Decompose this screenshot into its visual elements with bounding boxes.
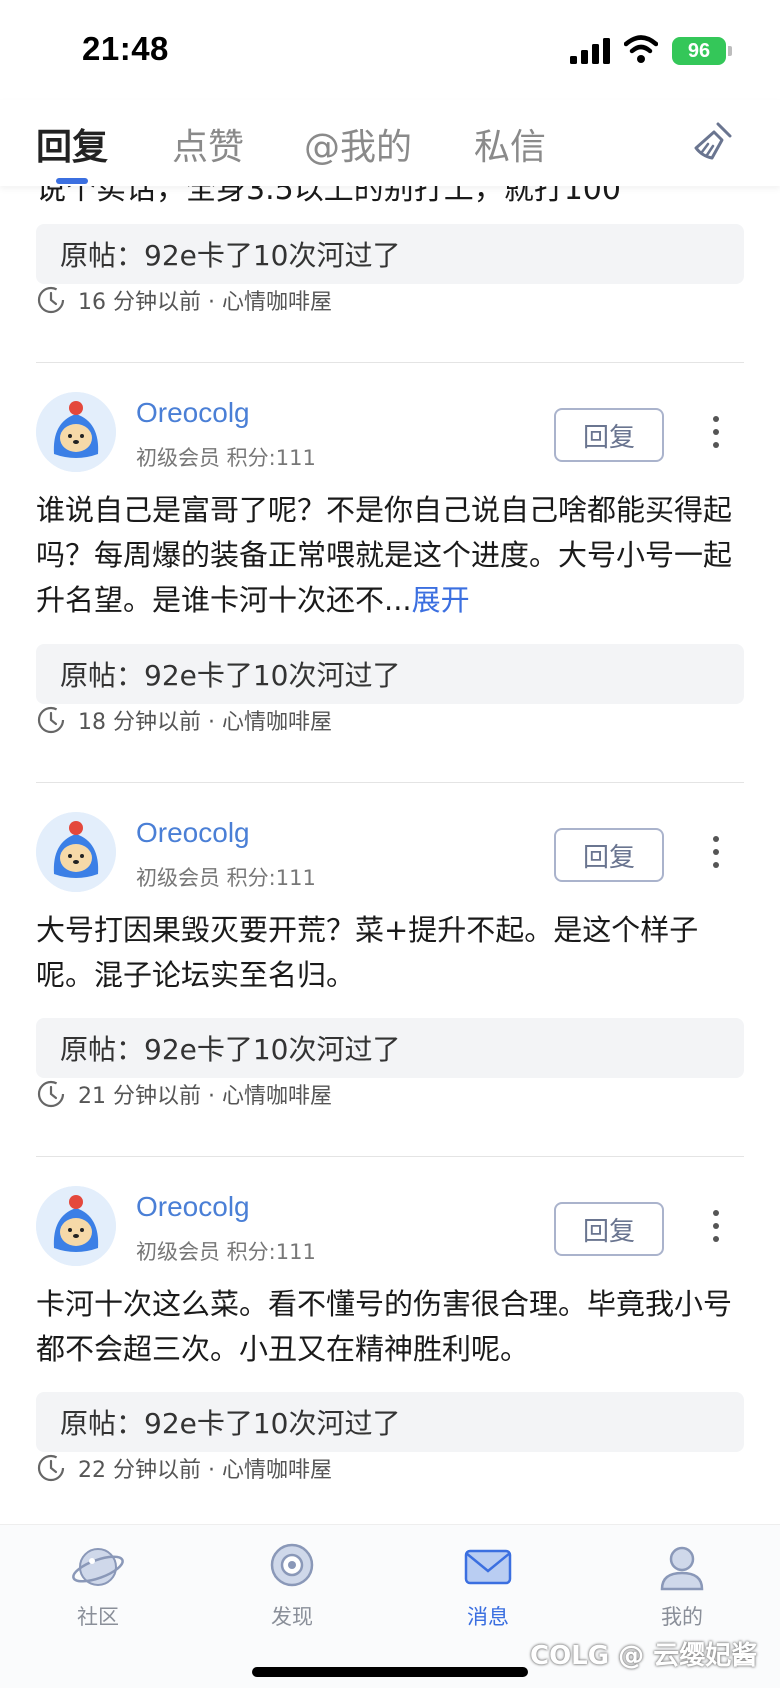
reply-time: 22 分钟以前 · 心情咖啡屋	[78, 1458, 332, 1483]
broom-icon[interactable]	[688, 118, 736, 166]
wifi-icon	[624, 35, 658, 63]
reply-time: 16 分钟以前 · 心情咖啡屋	[78, 290, 332, 315]
partial-reply-text: 说个实话，全身3.5以上的别打工，就打100	[36, 186, 621, 207]
user-avatar-icon	[36, 812, 116, 892]
divider	[36, 782, 744, 783]
user-rank: 初级会员 积分:111	[136, 866, 316, 890]
battery-indicator: 96	[672, 37, 726, 65]
reply-body: 卡河十次这么菜。看不懂号的伤害很合理。毕竟我小号都不会超三次。小丑又在精神胜利呢…	[36, 1287, 733, 1366]
original-post-link[interactable]: 原帖：92e卡了10次河过了	[36, 224, 744, 284]
original-post-link[interactable]: 原帖：92e卡了10次河过了	[36, 1392, 744, 1452]
original-post-link[interactable]: 原帖：92e卡了10次河过了	[36, 644, 744, 704]
reply-button[interactable]: 回复	[554, 1202, 664, 1256]
original-post-link[interactable]: 原帖：92e卡了10次河过了	[36, 1018, 744, 1078]
reply-time: 21 分钟以前 · 心情咖啡屋	[78, 1084, 332, 1109]
tab-private-messages[interactable]: 私信	[474, 118, 546, 170]
nav-discover[interactable]: 发现	[232, 1539, 352, 1631]
reply-text: 卡河十次这么菜。看不懂号的伤害很合理。毕竟我小号都不会超三次。小丑又在精神胜利呢…	[36, 1282, 748, 1372]
reply-button[interactable]: 回复	[554, 828, 664, 882]
more-options-icon[interactable]	[704, 832, 728, 872]
tab-replies[interactable]: 回复	[36, 118, 108, 170]
username[interactable]: Oreocolg	[136, 397, 250, 429]
username[interactable]: Oreocolg	[136, 1191, 250, 1223]
active-tab-indicator	[56, 178, 88, 184]
reply-button[interactable]: 回复	[554, 408, 664, 462]
reply-time: 18 分钟以前 · 心情咖啡屋	[78, 710, 332, 735]
status-time: 21:48	[82, 30, 169, 67]
battery-nub	[728, 46, 732, 56]
planet-icon	[72, 1548, 124, 1586]
nav-label: 发现	[271, 1605, 313, 1629]
reply-body: 谁说自己是富哥了呢？不是你自己说自己啥都能买得起吗？每周爆的装备正常喂就是这个进…	[36, 493, 733, 617]
profile-icon	[660, 1546, 704, 1591]
home-indicator[interactable]	[252, 1667, 528, 1677]
reply-text: 大号打因果毁灭要开荒？菜+提升不起。是这个样子呢。混子论坛实至名归。	[36, 908, 748, 998]
user-avatar-icon	[36, 392, 116, 472]
tab-mentions[interactable]: @我的	[304, 118, 412, 170]
message-tabs: 回复 点赞 @我的 私信	[0, 100, 780, 186]
divider	[36, 362, 744, 363]
nav-community[interactable]: 社区	[38, 1539, 158, 1631]
username[interactable]: Oreocolg	[136, 817, 250, 849]
discover-icon	[270, 1543, 314, 1587]
battery-level: 96	[687, 39, 711, 62]
reply-meta: 21 分钟以前 · 心情咖啡屋	[36, 1078, 332, 1110]
nav-profile[interactable]: 我的	[622, 1539, 742, 1631]
clock-icon	[37, 706, 65, 734]
user-rank: 初级会员 积分:111	[136, 446, 316, 470]
nav-label: 社区	[77, 1605, 119, 1629]
expand-link[interactable]: 展开	[412, 583, 470, 617]
nav-messages[interactable]: 消息	[428, 1539, 548, 1631]
bottom-navigation: 社区 发现 消息 我的 COLG @ 云缨妃酱	[0, 1524, 780, 1688]
clock-icon	[37, 286, 65, 314]
nav-label: 我的	[661, 1605, 703, 1629]
clock-icon	[37, 1080, 65, 1108]
more-options-icon[interactable]	[704, 412, 728, 452]
reply-feed: 说个实话，全身3.5以上的别打工，就打100 原帖：92e卡了10次河过了 16…	[0, 186, 780, 1524]
status-bar: 21:48 96	[0, 0, 780, 100]
reply-meta: 16 分钟以前 · 心情咖啡屋	[36, 284, 332, 316]
watermark: COLG @ 云缨妃酱	[530, 1641, 758, 1671]
more-options-icon[interactable]	[704, 1206, 728, 1246]
avatar[interactable]	[36, 392, 116, 472]
clock-icon	[37, 1454, 65, 1482]
user-rank: 初级会员 积分:111	[136, 1240, 316, 1264]
reply-body: 大号打因果毁灭要开荒？菜+提升不起。是这个样子呢。混子论坛实至名归。	[36, 913, 699, 992]
tab-likes[interactable]: 点赞	[172, 118, 244, 170]
reply-meta: 22 分钟以前 · 心情咖啡屋	[36, 1452, 332, 1484]
nav-label: 消息	[467, 1605, 509, 1629]
reply-meta: 18 分钟以前 · 心情咖啡屋	[36, 704, 332, 736]
reply-text: 谁说自己是富哥了呢？不是你自己说自己啥都能买得起吗？每周爆的装备正常喂就是这个进…	[36, 488, 748, 623]
cellular-signal-icon	[570, 38, 610, 64]
divider	[36, 1156, 744, 1157]
mail-icon	[464, 1549, 512, 1585]
user-avatar-icon	[36, 1186, 116, 1266]
avatar[interactable]	[36, 1186, 116, 1266]
avatar[interactable]	[36, 812, 116, 892]
